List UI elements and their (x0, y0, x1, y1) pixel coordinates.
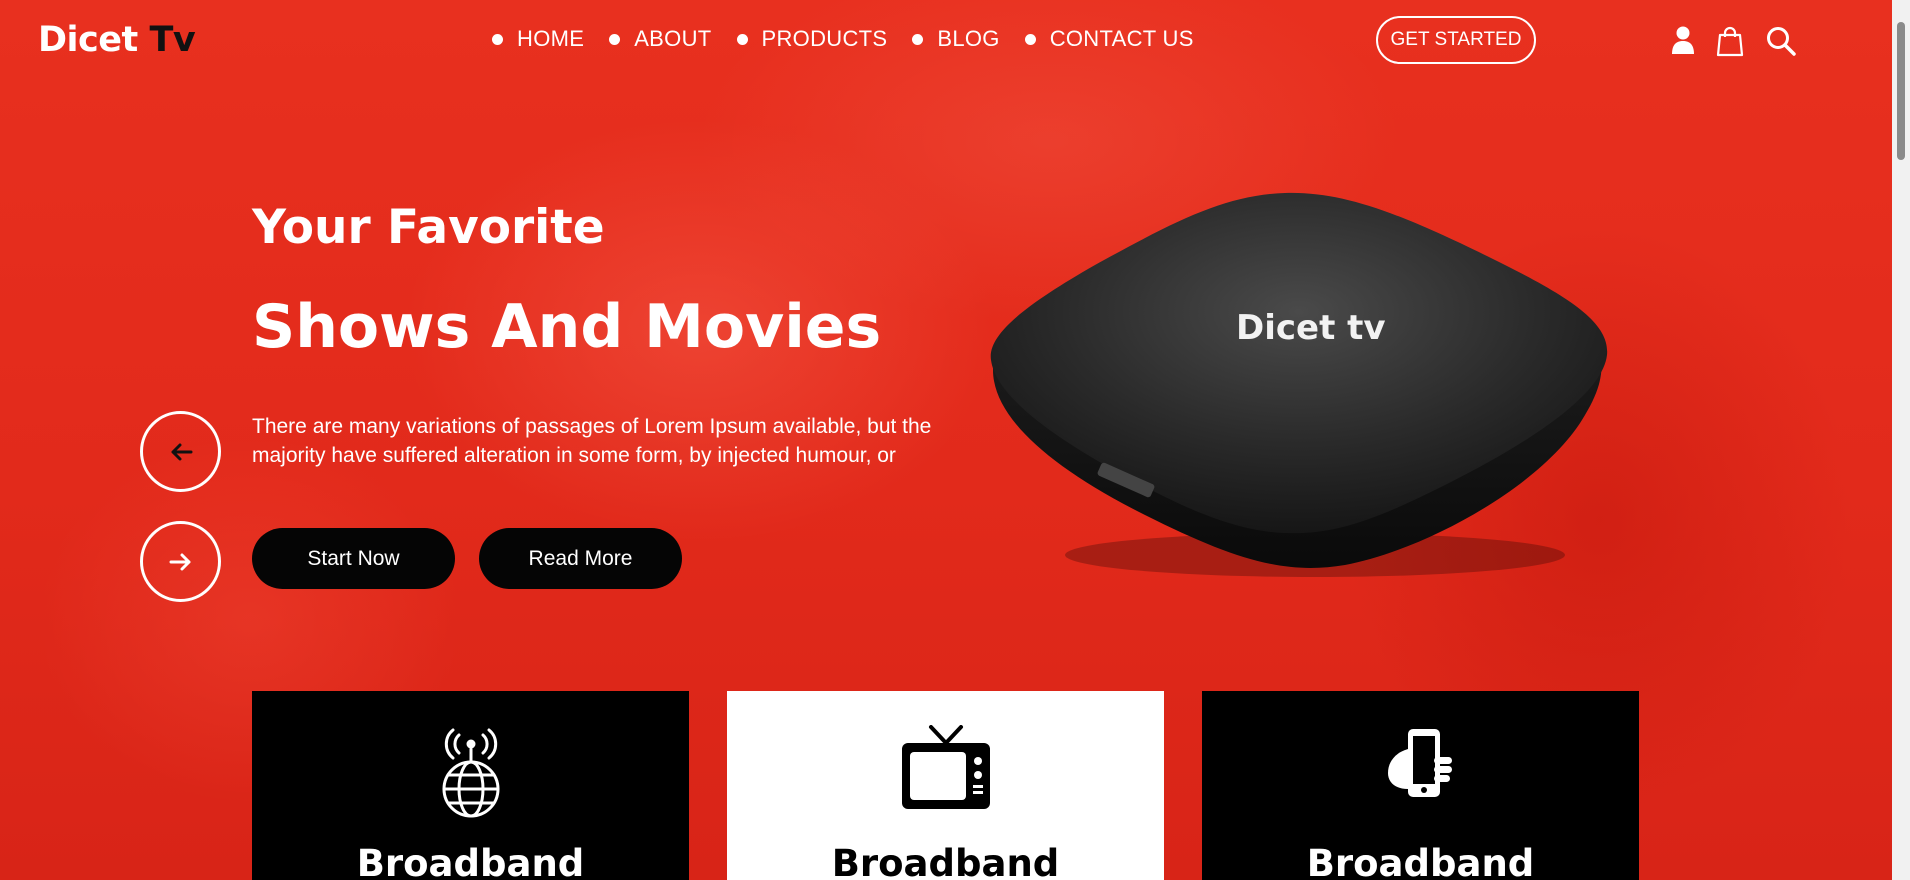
card-title: Broadband (1306, 842, 1535, 880)
arrow-right-icon (169, 553, 190, 570)
nav-item-about[interactable]: ABOUT (609, 26, 711, 52)
main-nav: HOME ABOUT PRODUCTS BLOG CONTACT US (492, 26, 1219, 52)
tv-icon (901, 725, 991, 818)
nav-label: ABOUT (634, 26, 712, 51)
nav-bullet-icon (736, 33, 748, 45)
nav-bullet-icon (492, 33, 503, 45)
nav-item-contact[interactable]: CONTACT US (1024, 26, 1194, 52)
antenna-globe-icon (439, 727, 503, 824)
nav-label: CONTACT US (1049, 26, 1194, 51)
page-scrollbar[interactable] (1892, 0, 1910, 880)
arrow-left-icon (171, 443, 192, 460)
logo-text-accent: Tv (149, 20, 196, 60)
service-card-broadband-1[interactable]: Broadband (252, 691, 689, 880)
card-title: Broadband (831, 842, 1060, 880)
user-icon[interactable] (1666, 24, 1700, 58)
site-logo[interactable]: Dicet Tv (38, 20, 196, 60)
hand-phone-icon (1386, 727, 1456, 808)
get-started-button[interactable]: GET STARTED (1376, 16, 1536, 64)
service-card-broadband-3[interactable]: Broadband (1202, 691, 1639, 880)
nav-label: PRODUCTS (761, 26, 888, 51)
slider-next-button[interactable] (140, 521, 221, 602)
service-card-broadband-2[interactable]: Broadband (727, 691, 1164, 880)
read-more-button[interactable]: Read More (479, 528, 682, 589)
search-icon[interactable] (1764, 24, 1798, 58)
hero-title-line1: Your Favorite (252, 200, 605, 255)
tv-box-image (985, 185, 1625, 585)
nav-bullet-icon (609, 33, 621, 45)
nav-item-products[interactable]: PRODUCTS (736, 26, 888, 52)
nav-label: BLOG (937, 26, 1000, 51)
card-title: Broadband (356, 842, 585, 880)
scrollbar-thumb[interactable] (1897, 22, 1905, 160)
nav-bullet-icon (1024, 33, 1036, 45)
start-now-button[interactable]: Start Now (252, 528, 455, 589)
hero-title-line2: Shows And Movies (252, 292, 882, 362)
site-header: Dicet Tv HOME ABOUT PRODUCTS BLOG CONTAC… (0, 0, 1892, 82)
shopping-bag-icon[interactable] (1713, 24, 1747, 58)
slider-prev-button[interactable] (140, 411, 221, 492)
nav-bullet-icon (912, 33, 924, 45)
nav-label: HOME (517, 26, 585, 51)
logo-text-primary: Dicet (38, 20, 150, 60)
nav-item-blog[interactable]: BLOG (912, 26, 999, 52)
hero-description: There are many variations of passages of… (252, 415, 932, 467)
tv-box-label: Dicet tv (1236, 308, 1386, 348)
nav-item-home[interactable]: HOME (492, 26, 584, 52)
